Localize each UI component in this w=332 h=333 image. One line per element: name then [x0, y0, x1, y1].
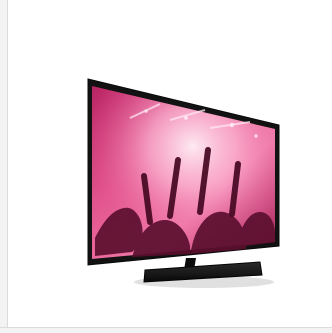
floor-shadow: [134, 276, 274, 288]
tv-illustration: [87, 78, 280, 288]
product-photo-frame: [0, 0, 332, 333]
